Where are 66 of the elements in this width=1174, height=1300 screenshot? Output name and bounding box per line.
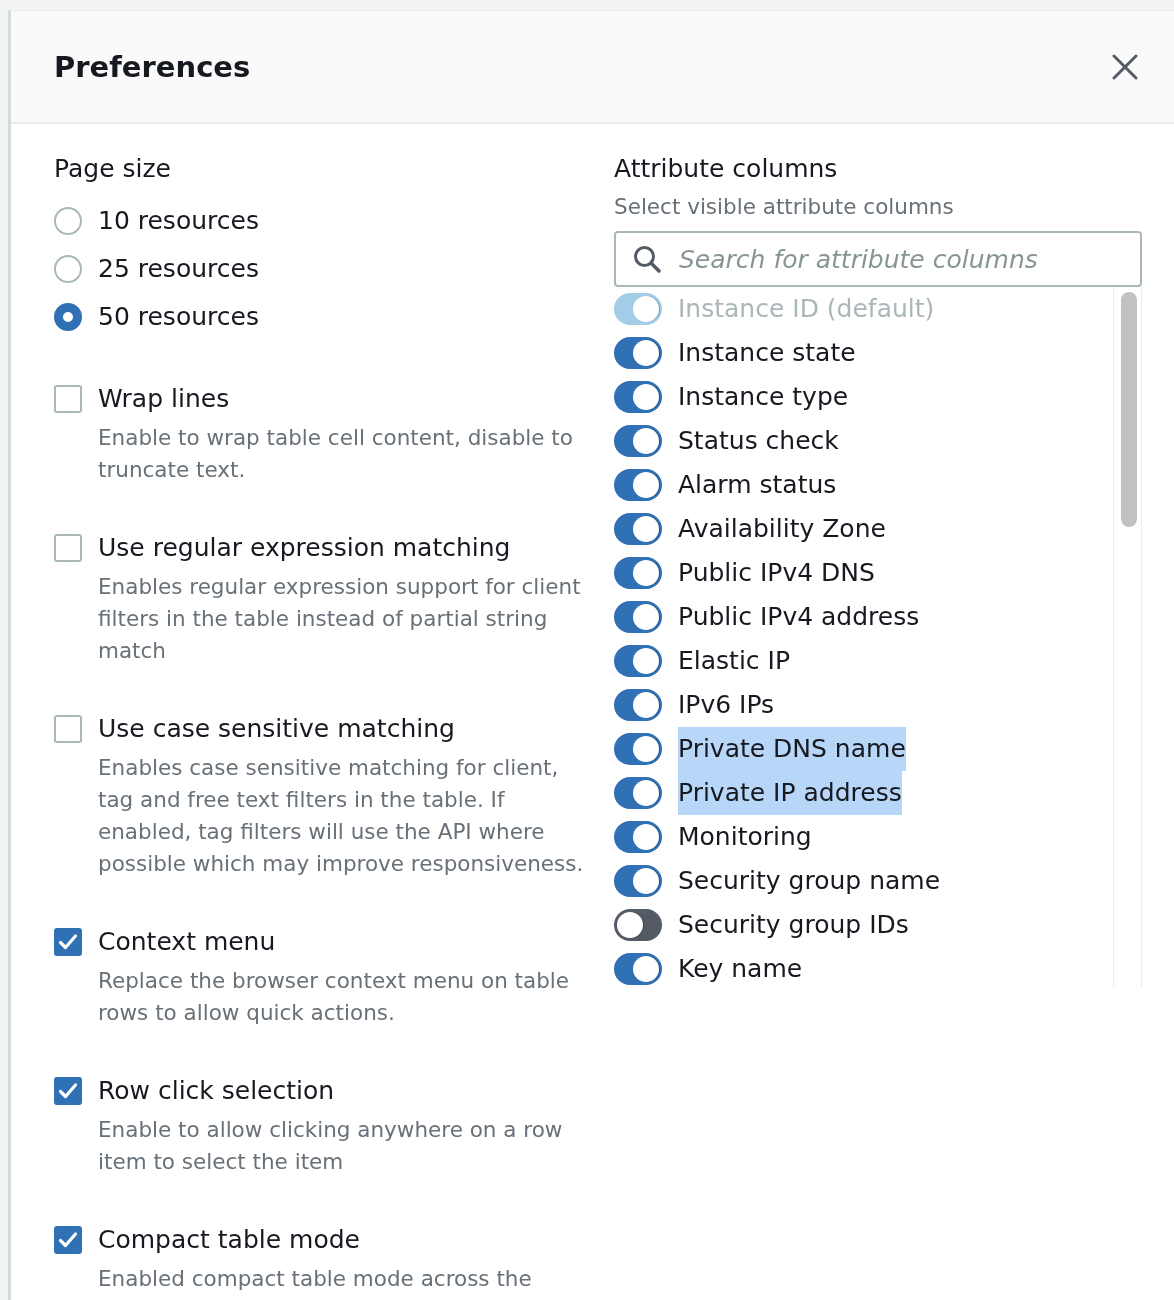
checkbox[interactable] <box>54 715 82 743</box>
toggle-label: Availability Zone <box>678 513 886 545</box>
toggle-label: Private DNS name <box>678 727 906 771</box>
toggle-switch[interactable] <box>614 469 662 501</box>
toggle-label: Instance type <box>678 381 849 413</box>
option-title: Wrap lines <box>98 383 231 415</box>
toggle-switch[interactable] <box>614 821 662 853</box>
toggle-label: Alarm status <box>678 469 837 501</box>
radio-label: 10 resources <box>98 205 259 237</box>
option-description: Enables regular expression support for client filters in the table instead of partial string match <box>98 573 582 665</box>
toggle-switch[interactable] <box>614 953 662 985</box>
toggle-label: IPv6 IPs <box>678 689 775 721</box>
toggle-switch[interactable] <box>614 601 662 633</box>
toggle-switch[interactable] <box>614 513 662 545</box>
toggle-label: Instance ID (default) <box>678 293 935 325</box>
option-description: Enable to wrap table cell content, disable to truncate text. <box>98 424 574 484</box>
toggle-label: Security group name <box>678 865 941 897</box>
radio-button[interactable] <box>54 207 82 235</box>
close-icon <box>1112 53 1138 80</box>
toggle-switch[interactable] <box>614 777 662 809</box>
toggle-label: Public IPv4 address <box>678 601 920 633</box>
section-label: Attribute columns <box>614 153 839 185</box>
checkbox[interactable] <box>54 385 82 413</box>
toggle-label: Instance state <box>678 337 856 369</box>
scrollbar-thumb[interactable] <box>1121 292 1137 527</box>
toggle-switch[interactable] <box>614 865 662 897</box>
toggle-switch[interactable] <box>614 381 662 413</box>
section-label: Page size <box>54 153 172 185</box>
option-description: Enabled compact table mode across the <box>98 1265 533 1293</box>
toggle-label: Private IP address <box>678 771 902 815</box>
toggle-switch[interactable] <box>614 689 662 721</box>
dialog-title: Preferences <box>54 48 251 86</box>
option-title: Use case sensitive matching <box>98 713 456 745</box>
option-description: Replace the browser context menu on table rows to allow quick actions. <box>98 967 571 1027</box>
option-title: Row click selection <box>98 1075 336 1107</box>
toggle-switch[interactable] <box>614 337 662 369</box>
toggle-label: Monitoring <box>678 821 812 853</box>
radio-button[interactable] <box>54 255 82 283</box>
radio-button[interactable] <box>54 303 82 331</box>
toggle-label: Key name <box>678 953 803 985</box>
check-icon <box>58 1081 78 1101</box>
option-description: Enable to allow clicking anywhere on a row item to select the item <box>98 1116 564 1176</box>
search-icon <box>633 245 661 273</box>
toggle-label: Status check <box>678 425 839 457</box>
section-description: Select visible attribute columns <box>614 193 955 221</box>
check-icon <box>58 1230 78 1250</box>
checkbox[interactable] <box>54 534 82 562</box>
toggle-label: Elastic IP <box>678 645 790 677</box>
option-title: Compact table mode <box>98 1224 361 1256</box>
toggle-switch[interactable] <box>614 909 662 941</box>
toggle-switch[interactable] <box>614 425 662 457</box>
radio-label: 50 resources <box>98 301 259 333</box>
option-title: Use regular expression matching <box>98 532 512 564</box>
toggle-switch[interactable] <box>614 645 662 677</box>
toggle-label: Public IPv4 DNS <box>678 557 875 589</box>
checkbox[interactable] <box>54 928 82 956</box>
toggle-switch[interactable] <box>614 733 662 765</box>
search-field[interactable]: Search for attribute columns <box>614 231 1142 287</box>
radio-label: 25 resources <box>98 253 259 285</box>
toggle-label: Security group IDs <box>678 909 909 941</box>
option-title: Context menu <box>98 926 277 958</box>
checkbox[interactable] <box>54 1226 82 1254</box>
option-description: Enables case sensitive matching for client, tag and free text filters in the table. If enabled, tag filters will use the API where possible which may improve responsiveness. <box>98 754 585 878</box>
checkbox[interactable] <box>54 1077 82 1105</box>
check-icon <box>58 932 78 952</box>
toggle-switch[interactable] <box>614 557 662 589</box>
